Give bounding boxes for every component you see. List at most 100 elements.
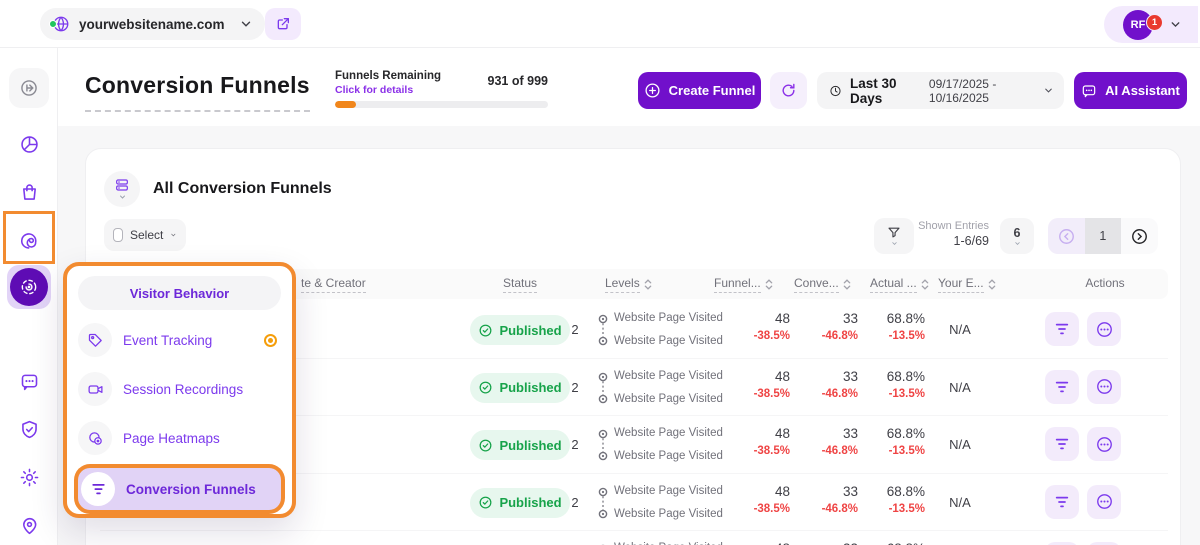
sidebar-nav xyxy=(0,48,58,545)
date-range-label: Last 30 Days xyxy=(850,76,917,106)
popup-title: Visitor Behavior xyxy=(78,276,281,310)
chevron-down-icon xyxy=(890,240,899,247)
chevron-down-icon xyxy=(170,230,177,240)
check-circle-icon xyxy=(478,495,493,510)
steps-timeline-icon xyxy=(597,426,609,465)
chevron-down-icon xyxy=(1013,240,1022,247)
column-creator: te & Creator xyxy=(301,276,366,293)
menu-item-event-tracking[interactable]: Event Tracking xyxy=(78,321,281,359)
communication-chat-icon xyxy=(19,371,40,392)
sidebar-item-privacy[interactable] xyxy=(0,419,58,440)
privacy-shield-icon xyxy=(19,419,40,440)
your-estimate-cell: N/A xyxy=(925,495,995,510)
column-actual[interactable]: Actual ... xyxy=(870,276,929,293)
chevron-down-icon xyxy=(1043,85,1054,96)
website-name: yourwebsitename.com xyxy=(79,17,230,32)
menu-item-page-heatmaps[interactable]: Page Heatmaps xyxy=(78,419,281,457)
row-more-button[interactable] xyxy=(1087,485,1121,519)
your-estimate-cell: N/A xyxy=(925,437,995,452)
previous-page-button[interactable] xyxy=(1048,218,1085,254)
sidebar-item-communication[interactable] xyxy=(0,371,58,392)
steps-timeline-icon xyxy=(597,541,609,545)
check-circle-icon xyxy=(478,380,493,395)
ellipsis-circle-icon xyxy=(1095,435,1114,454)
funnel-icon xyxy=(81,472,115,506)
column-status: Status xyxy=(470,276,570,293)
status-badge: Published xyxy=(470,373,570,403)
sidebar-item-visitor-behavior[interactable] xyxy=(7,265,51,309)
notification-badge: 1 xyxy=(1146,14,1163,31)
column-your-e[interactable]: Your E... xyxy=(938,276,996,293)
ellipsis-circle-icon xyxy=(1095,492,1114,511)
sidebar-item-dashboard[interactable] xyxy=(0,134,58,155)
open-website-button[interactable] xyxy=(265,8,301,40)
funnel-visitors-cell: 48-38.5% xyxy=(700,311,790,342)
conversions-cell: 33-46.8% xyxy=(798,426,858,457)
funnels-list-selector[interactable] xyxy=(104,171,140,207)
page-size-selector[interactable]: 6 xyxy=(1000,218,1034,254)
status-badge: Published xyxy=(470,315,570,345)
view-funnel-button[interactable] xyxy=(1045,427,1079,461)
dashboard-pie-icon xyxy=(19,134,40,155)
external-link-icon xyxy=(275,16,291,32)
shown-entries: Shown Entries 1-6/69 xyxy=(914,220,989,248)
date-range-picker[interactable]: Last 30 Days 09/17/2025 - 10/16/2025 xyxy=(817,72,1064,109)
check-circle-icon xyxy=(478,438,493,453)
menu-item-session-recordings[interactable]: Session Recordings xyxy=(78,370,281,408)
sidebar-item-behavior[interactable] xyxy=(0,230,58,251)
menu-item-conversion-funnels[interactable]: Conversion Funnels xyxy=(78,468,281,510)
view-funnel-button[interactable] xyxy=(1045,485,1079,519)
globe-icon xyxy=(52,15,70,33)
select-label: Select xyxy=(130,228,163,242)
location-pin-icon xyxy=(19,515,40,536)
settings-gear-icon xyxy=(19,467,40,488)
filter-button[interactable] xyxy=(874,218,914,254)
pagination: 1 xyxy=(1048,218,1158,254)
funnel-chart-icon xyxy=(1054,436,1070,452)
row-more-button[interactable] xyxy=(1087,312,1121,346)
sidebar-collapse-button[interactable] xyxy=(0,68,58,108)
levels-count: 2 xyxy=(565,437,585,452)
date-range-value: 09/17/2025 - 10/16/2025 xyxy=(929,77,1035,105)
view-funnel-button[interactable] xyxy=(1045,312,1079,346)
ai-assistant-button[interactable]: AI Assistant xyxy=(1074,72,1187,109)
levels-count: 2 xyxy=(565,495,585,510)
next-page-button[interactable] xyxy=(1121,218,1158,254)
select-all-control[interactable]: Select xyxy=(104,219,186,251)
column-levels[interactable]: Levels xyxy=(605,276,652,293)
column-funnel[interactable]: Funnel... xyxy=(714,276,773,293)
page-size-value: 6 xyxy=(1014,226,1021,240)
user-menu[interactable]: RF 1 xyxy=(1104,6,1198,43)
current-page: 1 xyxy=(1085,218,1122,254)
conversions-cell: 33-46.8% xyxy=(798,541,858,545)
levels-count: 2 xyxy=(565,380,585,395)
sidebar-item-ecommerce[interactable] xyxy=(0,182,58,203)
visitor-behavior-target-icon xyxy=(10,268,48,306)
select-checkbox[interactable] xyxy=(113,228,123,242)
refresh-button[interactable] xyxy=(770,72,807,109)
row-more-button[interactable] xyxy=(1087,370,1121,404)
row-more-button[interactable] xyxy=(1087,427,1121,461)
conversions-cell: 33-46.8% xyxy=(798,369,858,400)
actual-rate-cell: 68.8%-13.5% xyxy=(861,484,925,515)
view-funnel-button[interactable] xyxy=(1045,370,1079,404)
website-selector[interactable]: yourwebsitename.com xyxy=(40,8,265,40)
funnel-chart-icon xyxy=(1054,494,1070,510)
chevron-down-icon xyxy=(118,193,127,201)
visitor-behavior-popup: Visitor Behavior Event Tracking Session … xyxy=(63,262,296,518)
ecommerce-bag-icon xyxy=(19,182,40,203)
column-conversions[interactable]: Conve... xyxy=(794,276,851,293)
sidebar-item-location[interactable] xyxy=(0,515,58,536)
funnels-remaining-value: 931 of 999 xyxy=(488,74,548,88)
actual-rate-cell: 68.8%-13.5% xyxy=(861,311,925,342)
page-title: Conversion Funnels xyxy=(85,72,310,112)
tag-icon xyxy=(78,323,112,357)
sidebar-item-settings[interactable] xyxy=(0,467,58,488)
behavior-spiral-icon xyxy=(19,230,40,251)
check-circle-icon xyxy=(478,323,493,338)
funnels-remaining-widget: Funnels Remaining Click for details 931 … xyxy=(335,70,548,96)
orange-dot-indicator xyxy=(264,334,277,347)
top-bar: yourwebsitename.com RF 1 xyxy=(0,0,1200,48)
create-funnel-button[interactable]: Create Funnel xyxy=(638,72,761,109)
shown-entries-value: 1-6/69 xyxy=(914,234,989,248)
